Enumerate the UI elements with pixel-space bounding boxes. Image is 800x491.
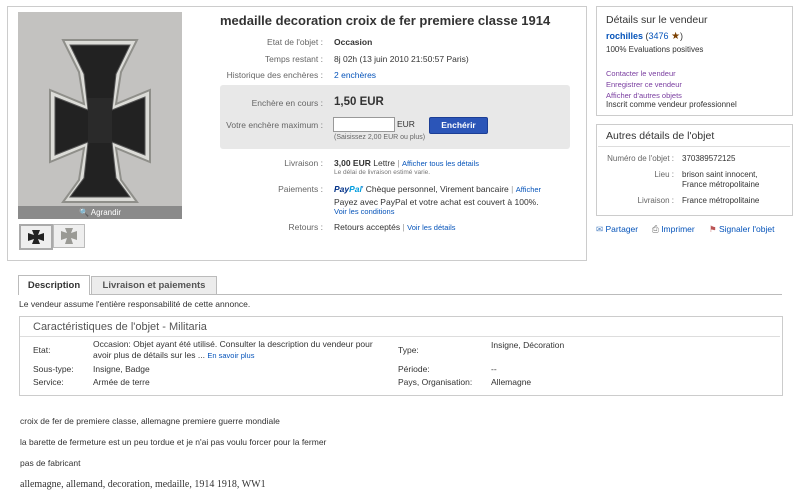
seller-line: rochilles (3476 ★): [606, 31, 684, 42]
shipping-details-link[interactable]: Afficher tous les détails: [402, 159, 479, 168]
carac-periode-label: Période:: [398, 364, 430, 374]
item-title: medaille decoration croix de fer premier…: [220, 13, 551, 28]
returns-details-link[interactable]: Voir les détails: [407, 223, 455, 232]
divider: [598, 146, 790, 147]
shipping-method: Lettre: [373, 158, 395, 168]
print-action[interactable]: ⎙ Imprimer: [652, 224, 695, 235]
item-number-label: Numéro de l'objet :: [607, 154, 674, 163]
other-shipping-value: France métropolitaine: [682, 196, 760, 205]
carac-service-label: Service:: [33, 377, 64, 387]
contact-seller-link[interactable]: Contacter le vendeur: [606, 69, 676, 78]
current-bid-label: Enchère en cours :: [251, 98, 323, 108]
payments-line: PayPal′ Chèque personnel, Virement banca…: [334, 184, 542, 194]
payment-methods: Chèque personnel, Virement bancaire: [365, 184, 509, 194]
enlarge-button[interactable]: 🔍 Agrandir: [18, 206, 182, 219]
printer-icon: ⎙: [652, 224, 659, 234]
flag-icon: ⚑: [709, 224, 717, 234]
carac-type-label: Type:: [398, 345, 419, 355]
responsibility-note: Le vendeur assume l'entière responsabili…: [19, 299, 251, 309]
seller-positive: 100% Evaluations positives: [606, 45, 704, 54]
description-line-2: la barette de fermeture est un peu tordu…: [20, 437, 327, 447]
divider: [20, 336, 780, 337]
shipping-note: Le délai de livraison estimé varie.: [334, 169, 431, 176]
tab-description[interactable]: Description: [18, 275, 90, 295]
carac-etat-label: Etat:: [33, 345, 51, 355]
max-bid-label: Votre enchère maximum :: [226, 120, 323, 130]
tab-shipping-payments[interactable]: Livraison et paiements: [91, 276, 217, 295]
enlarge-label: Agrandir: [90, 208, 121, 217]
temps-label: Temps restant :: [264, 54, 323, 64]
shipping-line: 3,00 EUR Lettre | Afficher tous les déta…: [334, 158, 479, 168]
paypal-note: Payez avec PayPal et votre achat est cou…: [334, 197, 539, 207]
thumbnail-1[interactable]: [19, 224, 53, 250]
carac-soustype-value: Insigne, Badge: [93, 364, 150, 374]
print-link[interactable]: Imprimer: [661, 224, 695, 234]
iron-cross-image: [18, 12, 182, 218]
share-link[interactable]: Partager: [606, 224, 639, 234]
description-line-3: pas de fabricant: [20, 458, 81, 468]
other-shipping-label: Livraison :: [637, 196, 674, 205]
other-items-link[interactable]: Afficher d'autres objets: [606, 91, 682, 100]
carac-soustype-label: Sous-type:: [33, 364, 74, 374]
location-line2: France métropolitaine: [682, 180, 760, 189]
bid-history-link[interactable]: 2 enchères: [334, 70, 376, 80]
conditions-link[interactable]: Voir les conditions: [334, 207, 394, 216]
save-seller-link[interactable]: Enregistrer ce vendeur: [606, 80, 682, 89]
temps-value: 8j 02h (13 juin 2010 21:50:57 Paris): [334, 54, 469, 64]
returns-label: Retours :: [288, 222, 324, 232]
description-line-1: croix de fer de premiere classe, allemag…: [20, 416, 280, 426]
item-main-photo[interactable]: [18, 12, 182, 218]
carac-periode-value: --: [491, 364, 497, 374]
location-label: Lieu :: [654, 170, 674, 179]
share-action[interactable]: ✉ Partager: [596, 224, 638, 235]
characteristics-title: Caractéristiques de l'objet - Militaria: [33, 321, 207, 333]
min-bid-note: (Saisissez 2,00 EUR ou plus): [334, 134, 426, 141]
other-details-title: Autres détails de l'objet: [606, 130, 715, 142]
seller-title: Détails sur le vendeur: [606, 14, 708, 26]
iron-cross-thumb-icon: [61, 228, 77, 244]
envelope-icon: ✉: [596, 224, 604, 234]
item-number: 370389572125: [682, 154, 736, 163]
current-bid-price: 1,50 EUR: [334, 96, 384, 108]
payments-label: Paiements :: [278, 184, 323, 194]
magnifier-icon: 🔍: [79, 208, 89, 217]
location-line1: brison saint innocent,: [682, 170, 758, 179]
feedback-star-icon: ★: [671, 31, 681, 42]
description-line-4: allemagne, allemand, decoration, medaill…: [20, 479, 266, 490]
etat-value: Occasion: [334, 37, 373, 47]
shipping-price: 3,00 EUR: [334, 158, 371, 168]
carac-pays-value: Allemagne: [491, 377, 532, 387]
report-action[interactable]: ⚑ Signaler l'objet: [709, 224, 775, 235]
returns-value: Retours acceptés: [334, 222, 401, 232]
etat-label: Etat de l'objet :: [267, 37, 323, 47]
carac-etat-line2: avoir plus de détails sur les ... En sav…: [93, 350, 255, 360]
carac-pays-label: Pays, Organisation:: [398, 377, 473, 387]
paypal-logo: PayPal: [334, 184, 362, 194]
payments-show-link[interactable]: Afficher: [516, 185, 541, 194]
report-link[interactable]: Signaler l'objet: [719, 224, 775, 234]
iron-cross-thumb-icon: [28, 230, 44, 244]
currency-label: EUR: [397, 119, 415, 129]
carac-service-value: Armée de terre: [93, 377, 150, 387]
carac-etat-line1: Occasion: Objet ayant été utilisé. Consu…: [93, 339, 373, 349]
shipping-label: Livraison :: [284, 158, 323, 168]
returns-line: Retours acceptés | Voir les détails: [334, 222, 456, 232]
place-bid-button[interactable]: Enchérir: [429, 117, 488, 134]
learn-more-link[interactable]: En savoir plus: [207, 351, 254, 360]
historique-label: Historique des enchères :: [226, 70, 323, 80]
carac-type-value: Insigne, Décoration: [491, 340, 565, 350]
feedback-score-link[interactable]: 3476: [649, 31, 669, 41]
seller-registered: Inscrit comme vendeur professionnel: [606, 100, 737, 109]
seller-name-link[interactable]: rochilles: [606, 31, 643, 41]
thumbnail-2[interactable]: [53, 224, 85, 248]
max-bid-input[interactable]: [333, 117, 395, 132]
